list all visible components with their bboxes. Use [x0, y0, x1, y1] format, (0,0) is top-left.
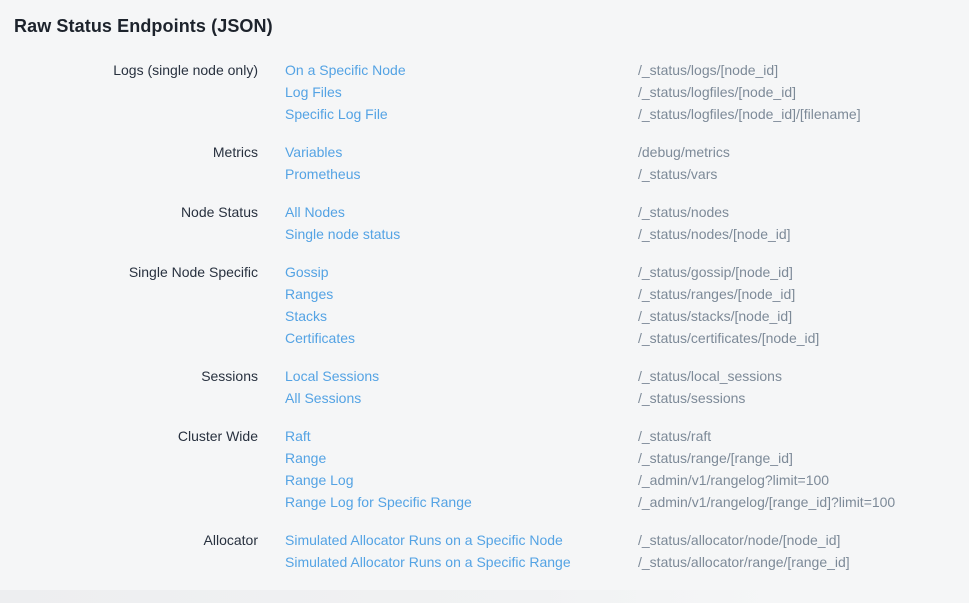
- endpoint-rows: Simulated Allocator Runs on a Specific N…: [258, 529, 969, 573]
- endpoint-path: /_status/local_sessions: [638, 365, 782, 387]
- endpoint-path: /_status/sessions: [638, 387, 745, 409]
- endpoint-link[interactable]: Range: [258, 447, 638, 469]
- endpoint-path: /_status/allocator/node/[node_id]: [638, 529, 840, 551]
- endpoint-rows: Gossip /_status/gossip/[node_id] Ranges …: [258, 261, 969, 349]
- endpoint-group: Metrics Variables /debug/metrics Prometh…: [0, 141, 969, 185]
- endpoint-row: Prometheus /_status/vars: [258, 163, 969, 185]
- endpoint-row: All Sessions /_status/sessions: [258, 387, 969, 409]
- endpoint-row: Log Files /_status/logfiles/[node_id]: [258, 81, 969, 103]
- endpoint-row: Local Sessions /_status/local_sessions: [258, 365, 969, 387]
- page-bottom-edge: [0, 590, 969, 603]
- endpoint-path: /_status/logfiles/[node_id]/[filename]: [638, 103, 861, 125]
- category-label: Logs (single node only): [0, 59, 258, 125]
- endpoint-link[interactable]: All Sessions: [258, 387, 638, 409]
- endpoint-group: Logs (single node only) On a Specific No…: [0, 59, 969, 125]
- endpoint-link[interactable]: Raft: [258, 425, 638, 447]
- endpoint-path: /_status/stacks/[node_id]: [638, 305, 792, 327]
- endpoint-link[interactable]: Specific Log File: [258, 103, 638, 125]
- endpoint-rows: On a Specific Node /_status/logs/[node_i…: [258, 59, 969, 125]
- endpoint-link[interactable]: Ranges: [258, 283, 638, 305]
- endpoint-path: /_status/range/[range_id]: [638, 447, 793, 469]
- endpoint-row: All Nodes /_status/nodes: [258, 201, 969, 223]
- endpoint-rows: Raft /_status/raft Range /_status/range/…: [258, 425, 969, 513]
- endpoint-path: /debug/metrics: [638, 141, 730, 163]
- endpoint-link[interactable]: Simulated Allocator Runs on a Specific N…: [258, 529, 638, 551]
- endpoint-row: Range Log /_admin/v1/rangelog?limit=100: [258, 469, 969, 491]
- endpoint-row: Simulated Allocator Runs on a Specific R…: [258, 551, 969, 573]
- endpoint-link[interactable]: Single node status: [258, 223, 638, 245]
- endpoint-path: /_status/raft: [638, 425, 711, 447]
- endpoint-row: Single node status /_status/nodes/[node_…: [258, 223, 969, 245]
- endpoint-path: /_status/vars: [638, 163, 717, 185]
- endpoint-rows: Variables /debug/metrics Prometheus /_st…: [258, 141, 969, 185]
- endpoint-link[interactable]: Variables: [258, 141, 638, 163]
- endpoint-group: Node Status All Nodes /_status/nodes Sin…: [0, 201, 969, 245]
- category-label: Cluster Wide: [0, 425, 258, 513]
- endpoint-link[interactable]: On a Specific Node: [258, 59, 638, 81]
- endpoint-row: Variables /debug/metrics: [258, 141, 969, 163]
- endpoint-path: /_status/logs/[node_id]: [638, 59, 778, 81]
- endpoint-link[interactable]: Log Files: [258, 81, 638, 103]
- endpoint-row: Gossip /_status/gossip/[node_id]: [258, 261, 969, 283]
- category-label: Node Status: [0, 201, 258, 245]
- endpoint-row: Specific Log File /_status/logfiles/[nod…: [258, 103, 969, 125]
- endpoint-rows: Local Sessions /_status/local_sessions A…: [258, 365, 969, 409]
- endpoint-link[interactable]: Local Sessions: [258, 365, 638, 387]
- endpoint-link[interactable]: Gossip: [258, 261, 638, 283]
- page-title: Raw Status Endpoints (JSON): [0, 0, 969, 37]
- category-label: Single Node Specific: [0, 261, 258, 349]
- endpoint-link[interactable]: Stacks: [258, 305, 638, 327]
- endpoint-path: /_status/gossip/[node_id]: [638, 261, 793, 283]
- category-label: Sessions: [0, 365, 258, 409]
- endpoint-path: /_status/ranges/[node_id]: [638, 283, 795, 305]
- endpoint-row: Certificates /_status/certificates/[node…: [258, 327, 969, 349]
- endpoint-path: /_status/allocator/range/[range_id]: [638, 551, 850, 573]
- endpoint-group: Single Node Specific Gossip /_status/gos…: [0, 261, 969, 349]
- endpoint-path: /_admin/v1/rangelog/[range_id]?limit=100: [638, 491, 895, 513]
- endpoint-row: Simulated Allocator Runs on a Specific N…: [258, 529, 969, 551]
- endpoint-path: /_status/certificates/[node_id]: [638, 327, 819, 349]
- endpoint-link[interactable]: Simulated Allocator Runs on a Specific R…: [258, 551, 638, 573]
- endpoint-group: Allocator Simulated Allocator Runs on a …: [0, 529, 969, 573]
- endpoint-row: Range Log for Specific Range /_admin/v1/…: [258, 491, 969, 513]
- endpoint-row: Stacks /_status/stacks/[node_id]: [258, 305, 969, 327]
- category-label: Allocator: [0, 529, 258, 573]
- endpoint-path: /_status/nodes: [638, 201, 729, 223]
- endpoint-path: /_admin/v1/rangelog?limit=100: [638, 469, 829, 491]
- endpoint-link[interactable]: Prometheus: [258, 163, 638, 185]
- endpoint-path: /_status/logfiles/[node_id]: [638, 81, 796, 103]
- endpoint-rows: All Nodes /_status/nodes Single node sta…: [258, 201, 969, 245]
- endpoints-table: Logs (single node only) On a Specific No…: [0, 59, 969, 573]
- endpoint-group: Sessions Local Sessions /_status/local_s…: [0, 365, 969, 409]
- endpoint-path: /_status/nodes/[node_id]: [638, 223, 791, 245]
- endpoint-group: Cluster Wide Raft /_status/raft Range /_…: [0, 425, 969, 513]
- endpoint-row: Range /_status/range/[range_id]: [258, 447, 969, 469]
- endpoint-link[interactable]: All Nodes: [258, 201, 638, 223]
- endpoint-row: Raft /_status/raft: [258, 425, 969, 447]
- endpoint-row: On a Specific Node /_status/logs/[node_i…: [258, 59, 969, 81]
- endpoint-row: Ranges /_status/ranges/[node_id]: [258, 283, 969, 305]
- endpoint-link[interactable]: Range Log: [258, 469, 638, 491]
- endpoint-link[interactable]: Certificates: [258, 327, 638, 349]
- endpoint-link[interactable]: Range Log for Specific Range: [258, 491, 638, 513]
- category-label: Metrics: [0, 141, 258, 185]
